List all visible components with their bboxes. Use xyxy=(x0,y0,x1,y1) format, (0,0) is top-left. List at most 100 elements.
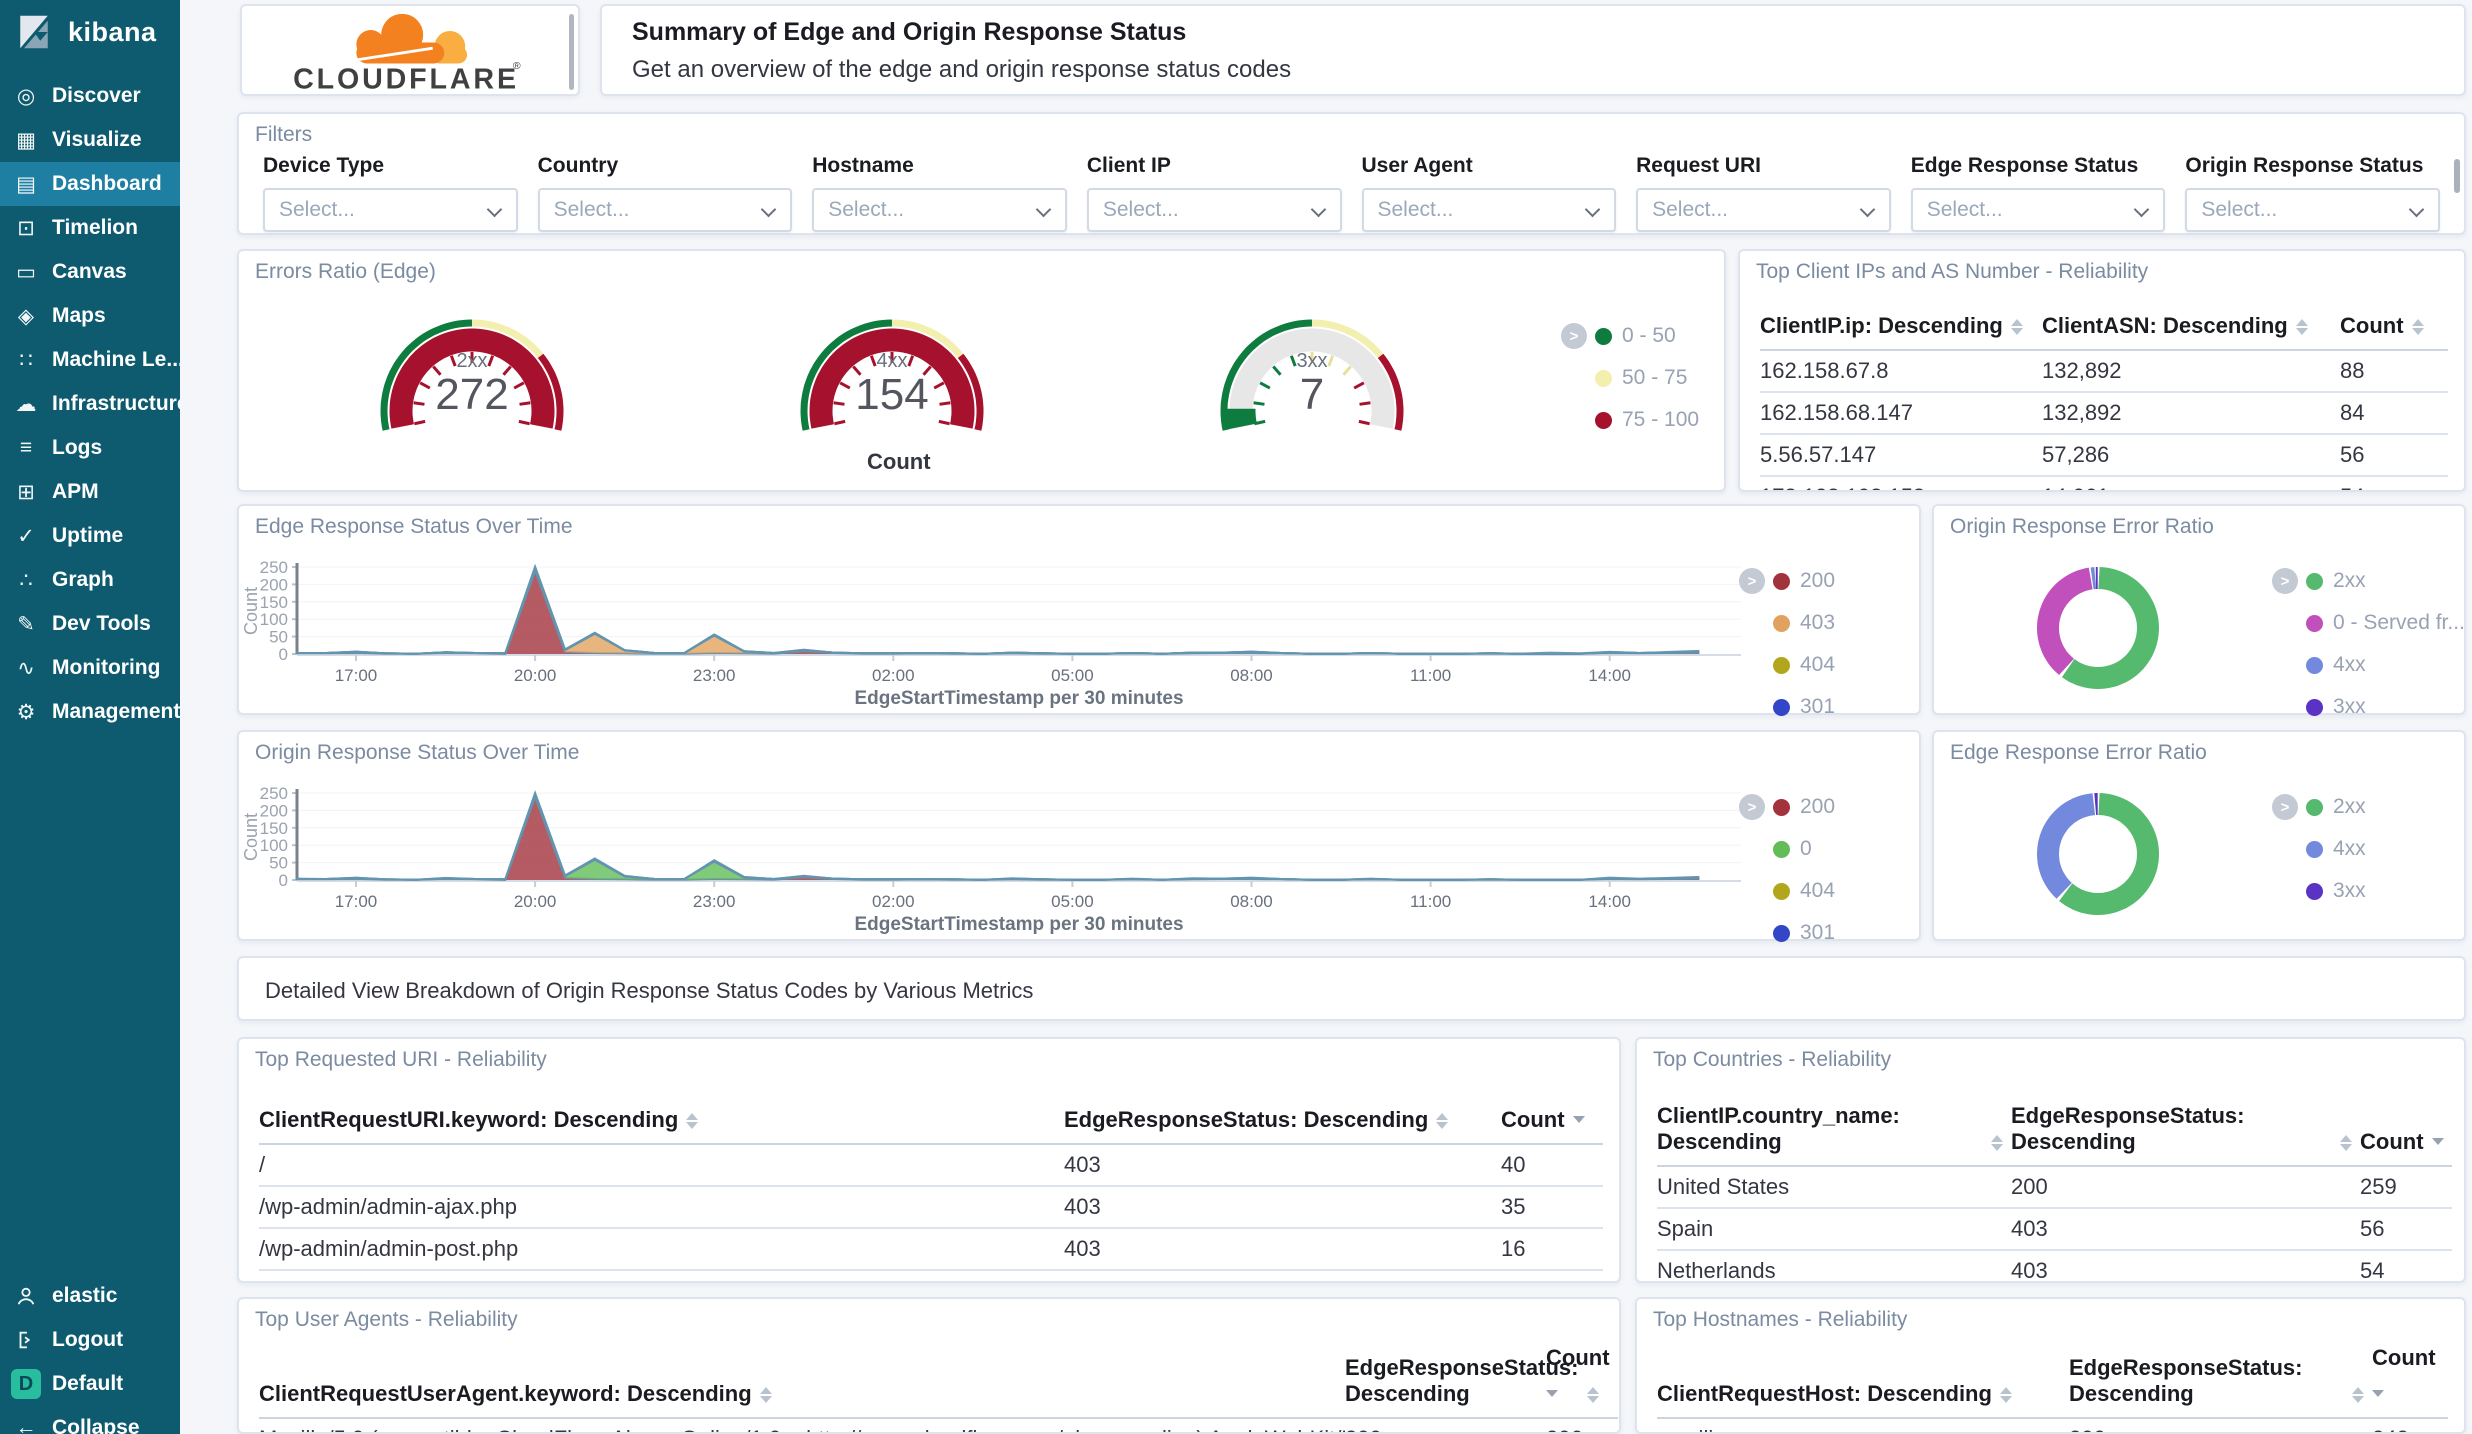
sort-icon[interactable] xyxy=(1999,1387,2012,1403)
filter-select-country[interactable]: Select... xyxy=(537,188,793,232)
column-header-count[interactable]: Count xyxy=(2372,1339,2448,1419)
legend-item-200[interactable]: 200 xyxy=(1773,792,1835,822)
legend-expand-icon[interactable]: > xyxy=(1561,323,1587,349)
legend-item-403[interactable]: 403 xyxy=(1773,608,1835,638)
column-header-count[interactable]: Count xyxy=(2340,307,2448,351)
sidebar-item-logout[interactable]: Logout xyxy=(0,1318,180,1362)
filter-select-request-uri[interactable]: Select... xyxy=(1636,188,1891,232)
sidebar-item-discover[interactable]: ◎ Discover xyxy=(0,74,180,118)
legend-item-4xx[interactable]: 4xx xyxy=(2306,650,2465,680)
legend-item-0-50[interactable]: 0 - 50 xyxy=(1595,321,1699,351)
column-header-count[interactable]: Count xyxy=(1501,1097,1603,1145)
filter-select-edge-response-status[interactable]: Select... xyxy=(1910,188,2166,232)
column-header-clientrequesthost-descending[interactable]: ClientRequestHost: Descending xyxy=(1657,1339,2069,1419)
origin-status-area-chart[interactable]: 05010015020025017:00 20:00 23:00 02:00 05:00… xyxy=(239,732,1919,939)
origin-error-ratio-donut[interactable] xyxy=(1934,506,2264,717)
legend-item-2xx[interactable]: 2xx xyxy=(2306,792,2366,822)
sort-icon[interactable] xyxy=(2295,319,2308,335)
svg-text:0: 0 xyxy=(279,871,288,890)
sidebar-item-label: Collapse xyxy=(52,1416,140,1434)
origin-error-ratio-legend: 2xx 0 - Served fr... 4xx 3xx xyxy=(2306,566,2465,734)
sort-icon[interactable] xyxy=(2431,1125,2444,1151)
sort-icon[interactable] xyxy=(2340,1135,2352,1151)
table-cell: camilia.me xyxy=(1657,1419,2069,1432)
filters-scrollbar[interactable] xyxy=(2454,159,2460,193)
legend-item-0-served-fr[interactable]: 0 - Served fr... xyxy=(2306,608,2465,638)
edge-error-ratio-donut[interactable] xyxy=(1934,732,2264,943)
column-header-count[interactable]: Count xyxy=(1546,1339,1618,1419)
sidebar-item-elastic[interactable]: elastic xyxy=(0,1274,180,1318)
sidebar-item-collapse[interactable]: ← Collapse xyxy=(0,1406,180,1434)
filter-label: Client IP xyxy=(1086,154,1171,177)
column-header-clientrequestuseragent-keyword-descending[interactable]: ClientRequestUserAgent.keyword: Descendi… xyxy=(259,1339,1345,1419)
legend-item-75-100[interactable]: 75 - 100 xyxy=(1595,405,1699,435)
legend-item-200[interactable]: 200 xyxy=(1773,566,1835,596)
column-header-count[interactable]: Count xyxy=(2360,1097,2452,1167)
sidebar-item-default[interactable]: D Default xyxy=(0,1362,180,1406)
sidebar-item-logs[interactable]: ≡ Logs xyxy=(0,426,180,470)
legend-item-404[interactable]: 404 xyxy=(1773,650,1835,680)
legend-expand-icon[interactable]: > xyxy=(2272,794,2298,820)
column-header-clientasn-descending[interactable]: ClientASN: Descending xyxy=(2042,307,2340,351)
filter-select-origin-response-status[interactable]: Select... xyxy=(2185,188,2440,232)
select-placeholder: Select... xyxy=(2201,198,2278,221)
legend-item-3xx[interactable]: 3xx xyxy=(2306,876,2366,906)
sort-icon[interactable] xyxy=(1546,1377,1610,1403)
sort-icon[interactable] xyxy=(1572,1103,1585,1129)
sidebar-item-dev-tools[interactable]: ✎ Dev Tools xyxy=(0,602,180,646)
legend-color-dot xyxy=(2306,572,2323,590)
svg-text:23:00: 23:00 xyxy=(693,892,736,911)
column-header-edgeresponsestatus-descending[interactable]: EdgeResponseStatus: Descending xyxy=(2069,1339,2372,1419)
sidebar-item-apm[interactable]: ⊞ APM xyxy=(0,470,180,514)
legend-item-50-75[interactable]: 50 - 75 xyxy=(1595,363,1699,393)
column-header-clientrequesturi-keyword-descending[interactable]: ClientRequestURI.keyword: Descending xyxy=(259,1097,1064,1145)
column-header-label: EdgeResponseStatus: Descending xyxy=(1064,1107,1429,1132)
legend-expand-icon[interactable]: > xyxy=(1739,568,1765,594)
sidebar-item-machine-le[interactable]: ∷ Machine Le... xyxy=(0,338,180,382)
markdown-panel-scrollbar[interactable] xyxy=(569,14,574,90)
sort-icon[interactable] xyxy=(1436,1113,1449,1129)
sidebar-item-infrastructure[interactable]: ☁ Infrastructure xyxy=(0,382,181,426)
sidebar-item-label: Canvas xyxy=(52,260,127,283)
sort-icon[interactable] xyxy=(2411,319,2424,335)
legend-expand-icon[interactable]: > xyxy=(2272,568,2298,594)
legend-color-dot xyxy=(2306,614,2323,632)
legend-item-3xx[interactable]: 3xx xyxy=(2306,692,2465,722)
sidebar-item-dashboard[interactable]: ▤ Dashboard xyxy=(0,162,180,206)
legend-item-0[interactable]: 0 xyxy=(1773,834,1835,864)
legend-item-2xx[interactable]: 2xx xyxy=(2306,566,2465,596)
legend-item-404[interactable]: 404 xyxy=(1773,876,1835,906)
sort-icon[interactable] xyxy=(2352,1387,2364,1403)
legend-item-4xx[interactable]: 4xx xyxy=(2306,834,2366,864)
sort-icon[interactable] xyxy=(2372,1377,2436,1403)
kibana-logo[interactable]: kibana xyxy=(0,0,180,64)
sidebar-item-maps[interactable]: ◈ Maps xyxy=(0,294,180,338)
filter-select-client-ip[interactable]: Select... xyxy=(1086,188,1342,232)
filter-select-user-agent[interactable]: Select... xyxy=(1361,188,1617,232)
column-header-clientip-ip-descending[interactable]: ClientIP.ip: Descending xyxy=(1760,307,2042,351)
sidebar-item-canvas[interactable]: ▭ Canvas xyxy=(0,250,180,294)
sidebar-item-timelion[interactable]: ⊡ Timelion xyxy=(0,206,180,250)
sidebar-item-graph[interactable]: ∴ Graph xyxy=(0,558,180,602)
sort-icon[interactable] xyxy=(686,1113,699,1129)
column-header-edgeresponsestatus-descending[interactable]: EdgeResponseStatus: Descending xyxy=(1064,1097,1501,1145)
legend-expand-icon[interactable]: > xyxy=(1739,794,1765,820)
gauge-axis-label: Count xyxy=(867,449,931,474)
legend-item-301[interactable]: 301 xyxy=(1773,692,1835,722)
sidebar-item-monitoring[interactable]: ∿ Monitoring xyxy=(0,646,180,690)
table-cell: 403 xyxy=(2011,1251,2360,1281)
filter-select-hostname[interactable]: Select... xyxy=(812,188,1067,232)
filter-select-device-type[interactable]: Select... xyxy=(263,188,518,232)
column-header-edgeresponsestatus-descending[interactable]: EdgeResponseStatus: Descending xyxy=(1345,1339,1599,1419)
sidebar-item-visualize[interactable]: ▦ Visualize xyxy=(0,118,180,162)
sidebar-item-uptime[interactable]: ✓ Uptime xyxy=(0,514,180,558)
sort-icon[interactable] xyxy=(2010,319,2023,335)
legend-item-301[interactable]: 301 xyxy=(1773,918,1835,948)
column-header-clientip-country-name-descending[interactable]: ClientIP.country_name: Descending xyxy=(1657,1097,2011,1167)
table-cell: 15 xyxy=(1501,1271,1603,1281)
sort-icon[interactable] xyxy=(1991,1135,2003,1151)
column-header-edgeresponsestatus-descending[interactable]: EdgeResponseStatus: Descending xyxy=(2011,1097,2360,1167)
sidebar-item-management[interactable]: ⚙ Management xyxy=(0,690,180,734)
edge-status-area-chart[interactable]: 05010015020025017:00 20:00 23:00 02:00 05:00… xyxy=(239,506,1919,713)
sort-icon[interactable] xyxy=(759,1387,772,1403)
